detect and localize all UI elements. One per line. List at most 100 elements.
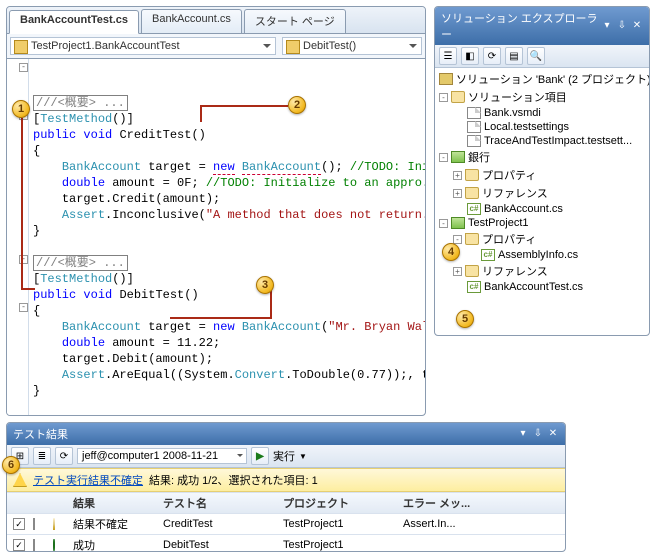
- brace: {: [33, 304, 40, 318]
- folder-icon: [465, 169, 479, 181]
- col-test[interactable]: テスト名: [159, 495, 279, 511]
- expand-toggle[interactable]: +: [453, 267, 462, 276]
- kw-void: void: [83, 288, 112, 302]
- fold-toggle[interactable]: -: [19, 303, 28, 312]
- type-bankaccount: BankAccount: [242, 320, 321, 334]
- success-icon: [53, 539, 55, 551]
- tree-item[interactable]: c#BankAccountTest.cs: [439, 280, 647, 294]
- code-text: ();: [321, 160, 350, 174]
- csharp-file-icon: c#: [481, 249, 495, 261]
- grid-row[interactable]: ✓ 結果不確定 CreditTest TestProject1 Assert.I…: [7, 513, 565, 534]
- collapse-toggle[interactable]: -: [453, 235, 462, 244]
- tree-label: BankAccountTest.cs: [484, 281, 583, 293]
- refresh-button[interactable]: ⟳: [483, 47, 501, 65]
- tree-label: AssemblyInfo.cs: [498, 249, 578, 261]
- tab-startpage[interactable]: スタート ページ: [244, 9, 346, 33]
- cell-project: TestProject1: [279, 518, 399, 530]
- tree-label: TestProject1: [468, 217, 529, 229]
- fold-toggle[interactable]: -: [19, 63, 28, 72]
- code-text: amount = 0F;: [105, 176, 206, 190]
- file-icon: [467, 135, 481, 147]
- code-text: .ToDouble(0.77));, targ...: [285, 368, 425, 382]
- tree-label: プロパティ: [482, 167, 536, 183]
- summary-collapsed[interactable]: ///<概要> ...: [33, 255, 128, 271]
- test-results-pane: テスト結果 ▾ ⇩ ✕ ⊞ ≣ ⟳ jeff@computer1 2008-11…: [6, 422, 566, 552]
- tree-label: プロパティ: [482, 231, 536, 247]
- tree-item[interactable]: c#BankAccount.cs: [439, 202, 647, 216]
- expand-toggle[interactable]: +: [453, 189, 462, 198]
- tree-project-bank[interactable]: -銀行: [439, 148, 647, 166]
- test-toolbar: ⊞ ≣ ⟳ jeff@computer1 2008-11-21 ▶ 実行 ▼: [7, 445, 565, 468]
- brace: }: [33, 384, 40, 398]
- tree-item[interactable]: +リファレンス: [439, 262, 647, 280]
- collapse-toggle[interactable]: -: [439, 219, 448, 228]
- callout-connector: [21, 118, 23, 288]
- stmt-debit: target.Debit(amount);: [62, 352, 213, 366]
- expand-toggle[interactable]: +: [453, 171, 462, 180]
- run-button[interactable]: ▶: [251, 447, 269, 465]
- type-bankaccount: BankAccount: [242, 160, 321, 175]
- col-error[interactable]: エラー メッ...: [399, 495, 563, 511]
- tree-root[interactable]: ソリューション 'Bank' (2 プロジェクト): [439, 70, 647, 88]
- pin-icon[interactable]: ⇩: [532, 428, 544, 440]
- tree-project-test[interactable]: - TestProject1: [439, 216, 647, 230]
- col-result[interactable]: 結果: [69, 495, 159, 511]
- class-selector[interactable]: TestProject1.BankAccountTest: [10, 37, 276, 55]
- editor-tabstrip: BankAccountTest.cs BankAccount.cs スタート ペ…: [7, 7, 425, 34]
- close-icon[interactable]: ✕: [631, 20, 643, 32]
- tree-item[interactable]: - プロパティ: [439, 230, 647, 248]
- show-all-button[interactable]: ◧: [461, 47, 479, 65]
- kw-void: void: [83, 128, 112, 142]
- tree-item[interactable]: +リファレンス: [439, 184, 647, 202]
- dropdown-icon[interactable]: ▼: [299, 452, 307, 461]
- collapse-toggle[interactable]: -: [439, 93, 448, 102]
- folder-icon: [465, 187, 479, 199]
- tree-label: Local.testsettings: [484, 121, 569, 133]
- close-icon[interactable]: ✕: [547, 428, 559, 440]
- refresh-button[interactable]: ⟳: [55, 447, 73, 465]
- pane-title-text: テスト結果: [13, 426, 68, 442]
- file-icon: [467, 121, 481, 133]
- code-text-area[interactable]: - - - - ///<概要> ... [TestMethod()] publi…: [7, 59, 425, 415]
- tab-bankaccount[interactable]: BankAccount.cs: [141, 9, 242, 33]
- row-checkbox[interactable]: ✓: [13, 539, 25, 551]
- type-assert: Assert: [62, 208, 105, 222]
- member-selector[interactable]: DebitTest(): [282, 37, 422, 55]
- solution-tree[interactable]: ソリューション 'Bank' (2 プロジェクト) -ソリューション項目 Ban…: [435, 68, 649, 335]
- dropdown-icon[interactable]: ▾: [601, 20, 613, 32]
- collapse-toggle[interactable]: -: [439, 153, 448, 162]
- search-button[interactable]: 🔍: [527, 47, 545, 65]
- callout-6: 6: [2, 456, 20, 474]
- comment-todo: //TODO: Initialize to an appro...: [206, 176, 425, 190]
- tree-item[interactable]: c#AssemblyInfo.cs: [439, 248, 647, 262]
- test-run-selector[interactable]: jeff@computer1 2008-11-21: [77, 448, 247, 464]
- test-results-title: テスト結果 ▾ ⇩ ✕: [7, 423, 565, 445]
- type-bankaccount: BankAccount: [62, 160, 141, 174]
- pane-title-text: ソリューション エクスプローラー: [441, 10, 601, 42]
- cell-project: TestProject1: [279, 539, 399, 551]
- folder-icon: [465, 265, 479, 277]
- tree-solution-items[interactable]: -ソリューション項目: [439, 88, 647, 106]
- row-checkbox[interactable]: ✓: [13, 518, 25, 530]
- status-link[interactable]: テスト実行結果不確定: [33, 472, 143, 488]
- tree-item[interactable]: Local.testsettings: [439, 120, 647, 134]
- properties-button[interactable]: ☰: [439, 47, 457, 65]
- dropdown-icon[interactable]: ▾: [517, 428, 529, 440]
- tree-item[interactable]: Bank.vsmdi: [439, 106, 647, 120]
- test-status-bar: テスト実行結果不確定 結果: 成功 1/2、選択された項目: 1: [7, 468, 565, 492]
- method-credittest: CreditTest(): [119, 128, 205, 142]
- list-button[interactable]: ≣: [33, 447, 51, 465]
- attr-testmethod: TestMethod: [40, 112, 112, 126]
- tree-item[interactable]: TraceAndTestImpact.testsett...: [439, 134, 647, 148]
- view-code-button[interactable]: ▤: [505, 47, 523, 65]
- tab-bankaccounttest[interactable]: BankAccountTest.cs: [9, 10, 139, 34]
- grid-header: 結果 テスト名 プロジェクト エラー メッ...: [7, 492, 565, 513]
- grid-row[interactable]: ✓ 成功 DebitTest TestProject1: [7, 534, 565, 551]
- cell-test: CreditTest: [159, 518, 279, 530]
- col-project[interactable]: プロジェクト: [279, 495, 399, 511]
- callout-connector: [21, 288, 35, 290]
- tree-label: BankAccount.cs: [484, 203, 563, 215]
- pin-icon[interactable]: ⇩: [616, 20, 628, 32]
- tree-item[interactable]: + プロパティ: [439, 166, 647, 184]
- cell-result: 結果不確定: [69, 516, 159, 532]
